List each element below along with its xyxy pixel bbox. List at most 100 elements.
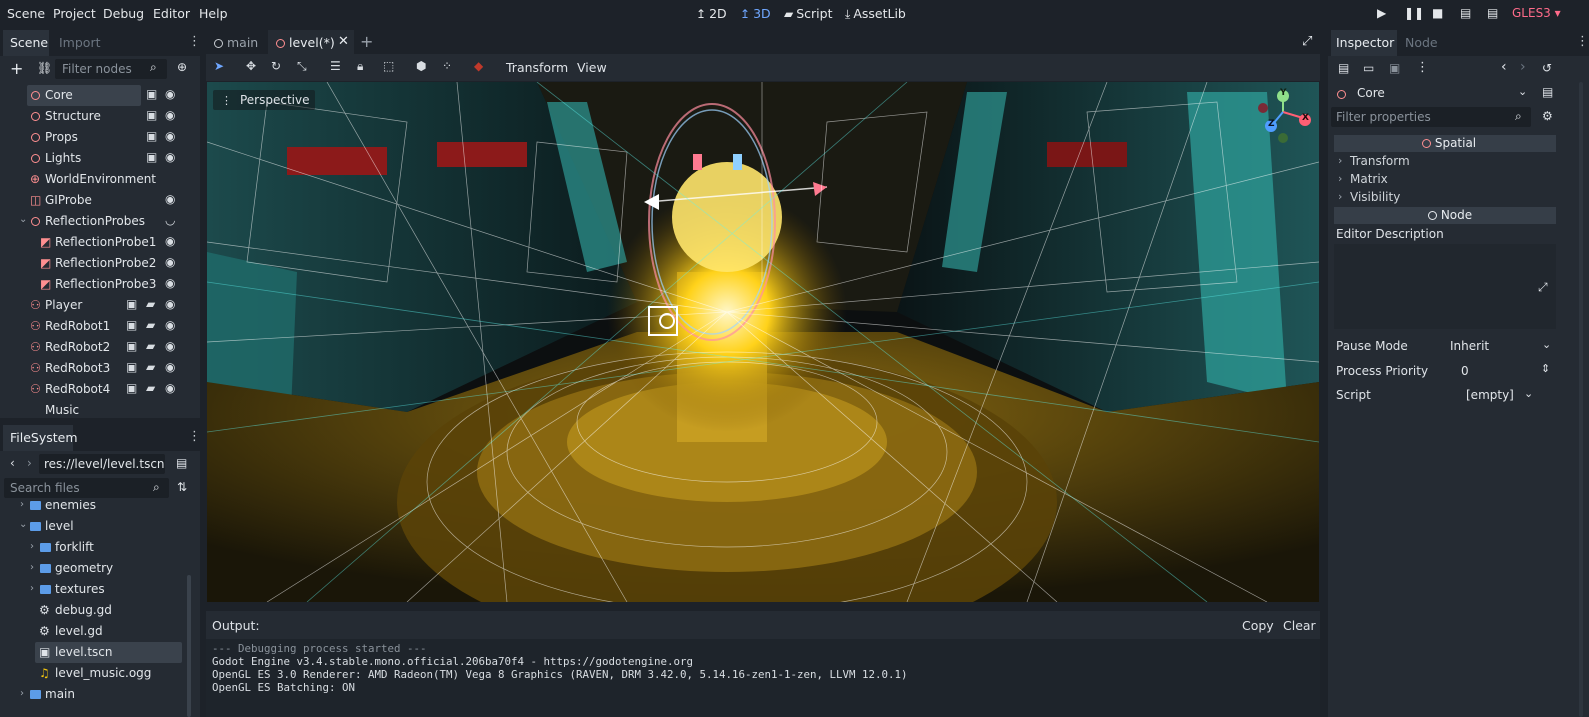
chevron-right-icon[interactable]: › [20, 500, 24, 510]
list-select-icon[interactable]: ☰ [330, 59, 341, 73]
eye-icon[interactable]: ◉ [165, 108, 175, 122]
move-tool-icon[interactable]: ✥ [246, 59, 256, 73]
snap-icon[interactable]: ⁘ [442, 59, 452, 73]
eye-icon[interactable]: ◉ [165, 339, 175, 353]
tab-inspector[interactable]: Inspector [1336, 35, 1394, 50]
menu-scene[interactable]: Scene [7, 6, 45, 21]
eye-icon[interactable]: ◉ [165, 234, 175, 248]
workspace-3d[interactable]: ↥ 3D [740, 6, 771, 21]
process-priority-stepper[interactable]: 0 ⇕ [1446, 361, 1556, 381]
tree-item-props[interactable]: Props ▣ ◉ [0, 127, 196, 148]
tree-item-structure[interactable]: Structure ▣ ◉ [0, 106, 196, 127]
split-view-icon[interactable]: ▤ [176, 456, 187, 470]
scene-instance-icon[interactable]: ▣ [146, 129, 157, 143]
distraction-free-icon[interactable]: ⤢ [1302, 34, 1312, 49]
tree-item-player[interactable]: ⚇ Player ▣ ▰ ◉ [0, 295, 196, 316]
scene-instance-icon[interactable]: ▣ [126, 381, 137, 395]
play-icon[interactable]: ▶ [1377, 6, 1386, 20]
node-selector[interactable]: Core ⌄ [1331, 83, 1531, 103]
add-tab-icon[interactable]: + [360, 32, 373, 51]
tree-item-reflectionprobe1[interactable]: ◩ ReflectionProbe1 ◉ [0, 232, 196, 253]
open-folder-icon[interactable]: ▭ [1363, 61, 1374, 75]
tab-scene[interactable]: Scene [10, 35, 48, 50]
tree-item-giprobe[interactable]: ◫ GIProbe ◉ [0, 190, 196, 211]
script-icon[interactable]: ▰ [146, 318, 155, 332]
filter-properties-input[interactable]: Filter properties [1331, 107, 1531, 127]
menu-help[interactable]: Help [199, 6, 228, 21]
expand-icon[interactable]: ⤢ [1538, 280, 1548, 295]
eye-icon[interactable]: ◉ [165, 381, 175, 395]
pause-icon[interactable]: ❚❚ [1404, 6, 1424, 20]
link-icon[interactable]: ⛓ [37, 61, 52, 75]
add-node-icon[interactable]: + [10, 59, 23, 78]
history-forward-icon[interactable]: › [1520, 59, 1526, 75]
workspace-script[interactable]: ▰ Script [784, 6, 833, 21]
object-properties-icon[interactable]: ▤ [1542, 85, 1553, 99]
renderer-select[interactable]: GLES3 ▾ [1512, 6, 1561, 20]
group-icon[interactable]: ⬚ [383, 59, 394, 73]
stop-icon[interactable]: ■ [1432, 6, 1443, 20]
close-tab-icon[interactable]: ✕ [338, 34, 349, 49]
scene-instance-icon[interactable]: ▣ [146, 150, 157, 164]
sort-icon[interactable]: ⇅ [177, 480, 187, 494]
gizmo-x-label[interactable]: X [1302, 113, 1309, 123]
scene-tab-main[interactable]: main [214, 35, 258, 50]
tree-item-music[interactable]: Music [0, 400, 196, 418]
search-files-input[interactable]: Search files [4, 478, 169, 498]
lock-icon[interactable]: 🔒︎ [357, 59, 363, 74]
tree-item-reflectionprobe3[interactable]: ◩ ReflectionProbe3 ◉ [0, 274, 196, 295]
scene-instance-icon[interactable]: ▣ [126, 339, 137, 353]
select-tool-icon[interactable]: ➤ [214, 59, 224, 73]
tree-item-redrobot1[interactable]: ⚇ RedRobot1 ▣ ▰ ◉ [0, 316, 196, 337]
file-item-debug-gd[interactable]: ⚙ debug.gd [0, 600, 184, 621]
script-icon[interactable]: ▰ [146, 381, 155, 395]
tree-item-reflectionprobes[interactable]: ⌄ ReflectionProbes ◡ [0, 211, 196, 232]
script-field[interactable]: [empty] ⌄ [1446, 385, 1556, 405]
eye-icon[interactable]: ◉ [165, 192, 175, 206]
menu-dots-icon[interactable]: ⋮ [188, 34, 201, 49]
history-icon[interactable]: ↺ [1542, 61, 1552, 75]
scene-instance-icon[interactable]: ▣ [126, 297, 137, 311]
new-resource-icon[interactable]: ▤ [1338, 61, 1349, 75]
eye-icon[interactable]: ◉ [165, 150, 175, 164]
3d-viewport[interactable]: ⋮ Perspective Y X Z [207, 82, 1319, 602]
tree-item-redrobot4[interactable]: ⚇ RedRobot4 ▣ ▰ ◉ [0, 379, 196, 400]
section-transform[interactable]: › Transform [1334, 153, 1556, 171]
inspector-scrollbar[interactable] [1579, 82, 1583, 717]
eye-icon[interactable]: ◉ [165, 255, 175, 269]
gizmo-z-label[interactable]: Z [1268, 119, 1275, 129]
play-scene-icon[interactable]: ▤ [1460, 6, 1471, 20]
menu-project[interactable]: Project [53, 6, 96, 21]
workspace-2d[interactable]: ↥ 2D [696, 6, 727, 21]
file-item-textures[interactable]: › textures [0, 579, 184, 600]
section-matrix[interactable]: › Matrix [1334, 171, 1556, 189]
tree-item-worldenvironment[interactable]: ⊕ WorldEnvironment [0, 169, 196, 190]
menu-debug[interactable]: Debug [103, 6, 144, 21]
tree-item-core[interactable]: Core ▣ ◉ [0, 85, 196, 106]
eye-icon[interactable]: ◉ [165, 297, 175, 311]
chevron-down-icon[interactable]: ⌄ [19, 519, 27, 530]
eye-icon[interactable]: ◉ [165, 87, 175, 101]
instance-scene-icon[interactable]: ⊕ [177, 60, 187, 74]
scene-instance-icon[interactable]: ▣ [126, 360, 137, 374]
back-icon[interactable]: ‹ [10, 456, 15, 470]
forward-icon[interactable]: › [27, 456, 32, 470]
chevron-down-icon[interactable]: ⌄ [19, 214, 27, 225]
play-custom-scene-icon[interactable]: ▤ [1487, 6, 1498, 20]
chevron-right-icon[interactable]: › [30, 541, 34, 552]
menu-editor[interactable]: Editor [153, 6, 190, 21]
tree-item-redrobot2[interactable]: ⚇ RedRobot2 ▣ ▰ ◉ [0, 337, 196, 358]
chevron-right-icon[interactable]: › [30, 583, 34, 594]
save-icon[interactable]: ▣ [1389, 61, 1400, 75]
perspective-menu[interactable]: ⋮ Perspective [213, 90, 316, 110]
rotate-tool-icon[interactable]: ↻ [271, 59, 281, 73]
script-icon[interactable]: ▰ [146, 360, 155, 374]
file-item-geometry[interactable]: › geometry [0, 558, 184, 579]
file-item-forklift[interactable]: › forklift [0, 537, 184, 558]
tree-item-reflectionprobe2[interactable]: ◩ ReflectionProbe2 ◉ [0, 253, 196, 274]
menu-dots-icon[interactable]: ⋮ [188, 429, 201, 444]
copy-button[interactable]: Copy [1242, 618, 1274, 633]
section-spatial[interactable]: Spatial [1334, 135, 1556, 152]
eye-icon[interactable]: ◉ [165, 276, 175, 290]
tools-icon[interactable]: ⚙ [1542, 109, 1553, 123]
